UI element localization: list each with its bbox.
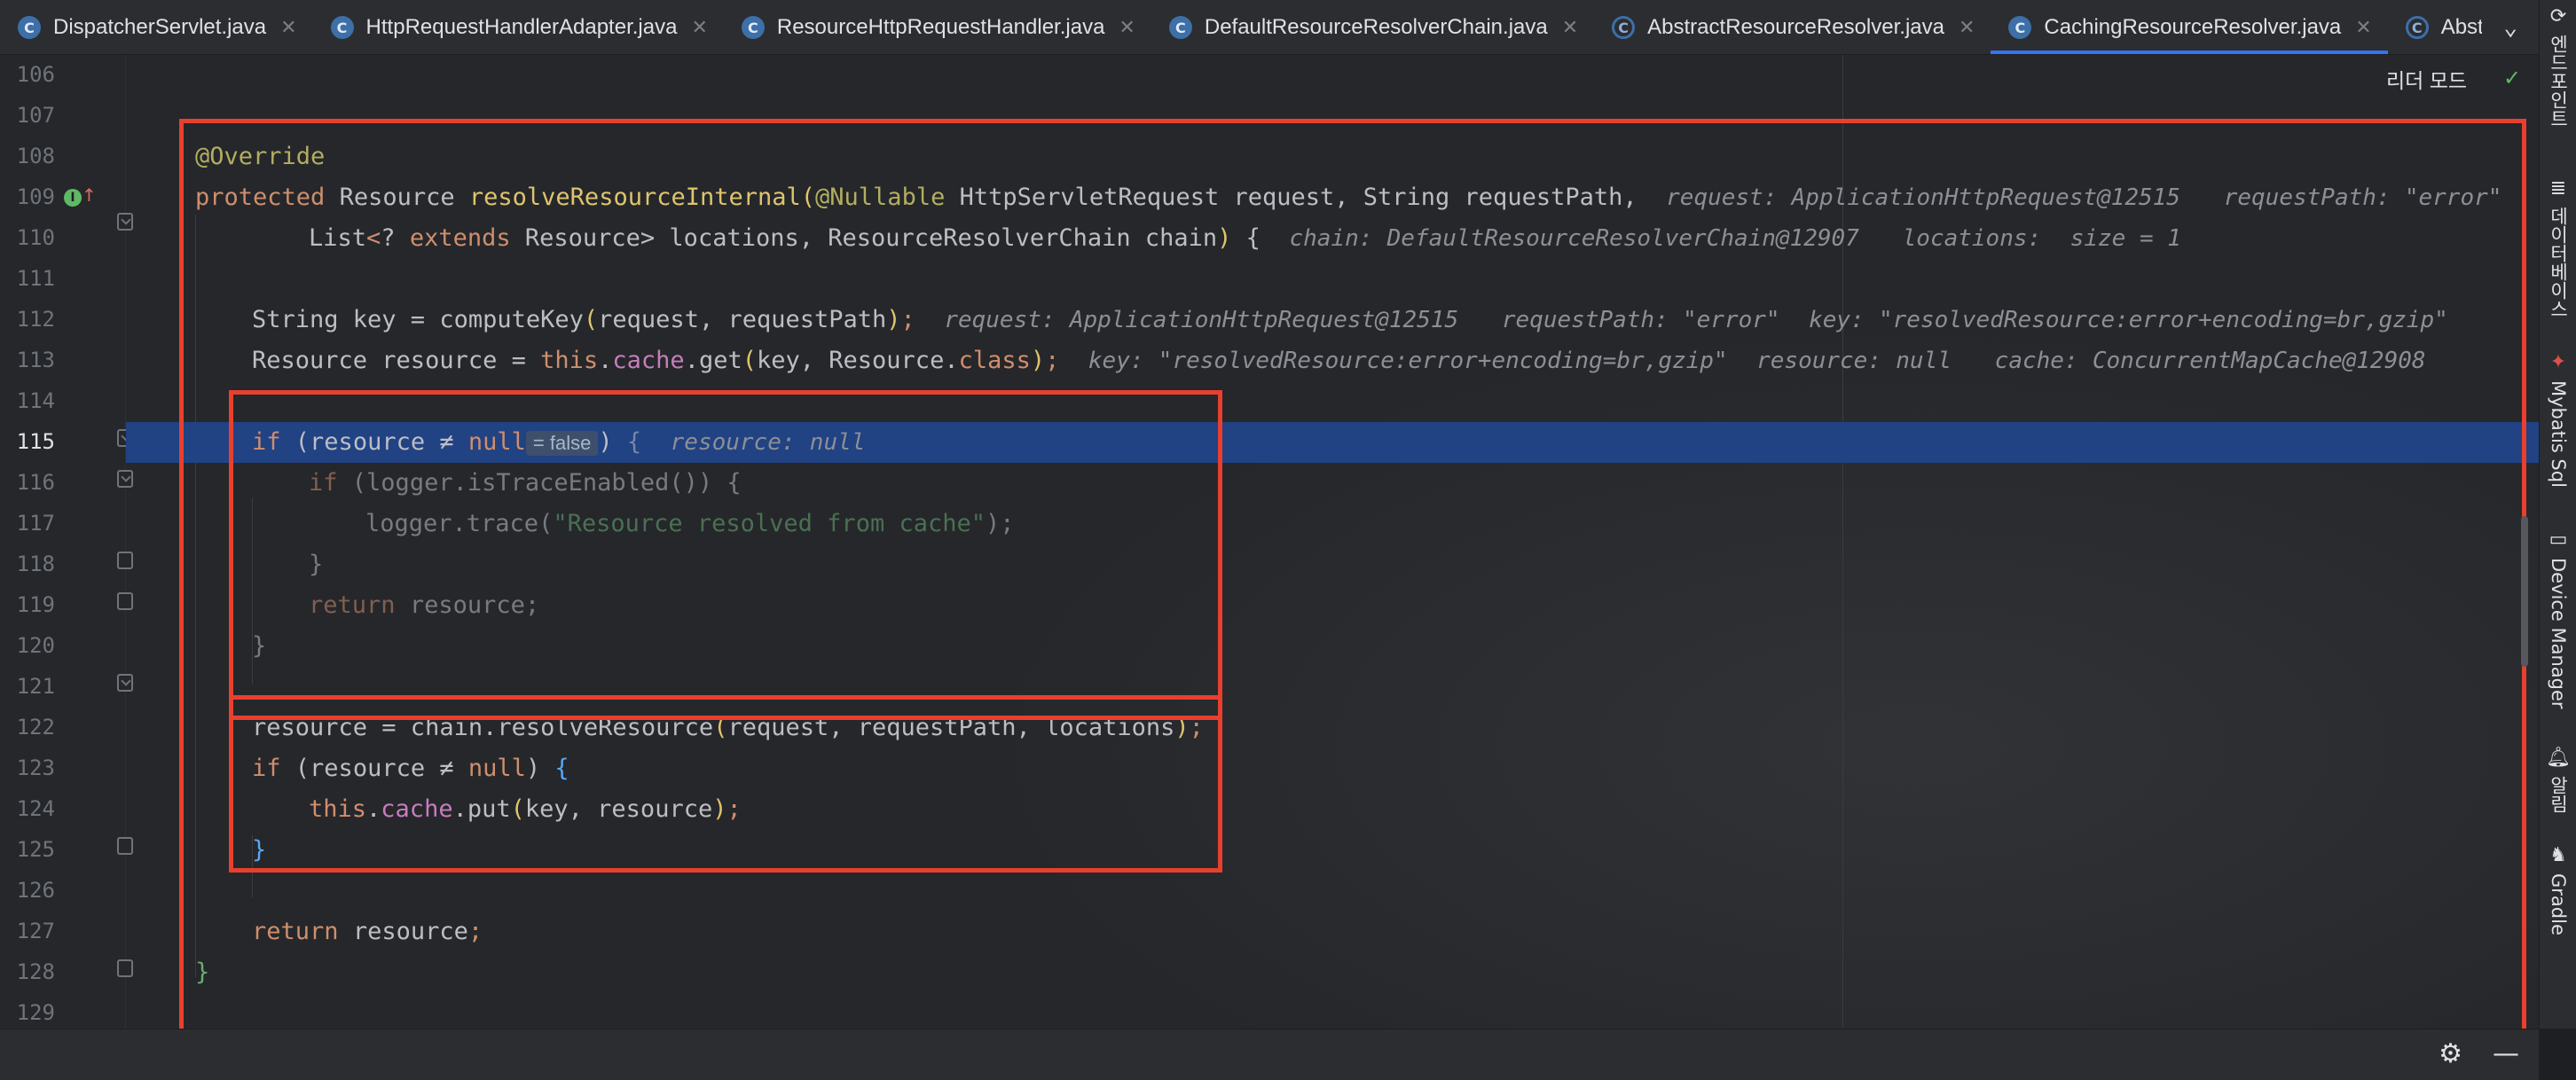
- tab-label: HttpRequestHandlerAdapter.java: [365, 15, 678, 39]
- tool-device-manager[interactable]: ▭ Device Manager: [2540, 528, 2576, 709]
- line-number: 129: [16, 1000, 55, 1025]
- line-number: 108: [16, 144, 55, 168]
- abstract-class-icon: C: [2405, 16, 2429, 39]
- class-icon: C: [741, 16, 765, 39]
- gear-icon[interactable]: ⚙: [2439, 1038, 2462, 1069]
- tab-abstractresourceresolver[interactable]: C AbstractResourceResolver.java ✕: [1594, 0, 1991, 54]
- fold-icon[interactable]: [117, 674, 133, 692]
- mybatis-bird-icon: ✦: [2549, 351, 2567, 373]
- line-number: 123: [16, 755, 55, 780]
- class-icon: C: [1168, 16, 1192, 39]
- close-icon[interactable]: ✕: [1959, 16, 1975, 39]
- reader-mode-button[interactable]: 리더 모드: [2386, 64, 2467, 94]
- tab-label: DispatcherServlet.java: [53, 15, 267, 39]
- tool-label: Mybatis Sql: [2548, 380, 2569, 488]
- tool-label: 알림: [2548, 776, 2569, 813]
- line-number: 119: [16, 592, 55, 617]
- tool-gradle[interactable]: ♞ Gradle: [2540, 844, 2576, 935]
- line-number: 128: [16, 959, 55, 984]
- line-number: 114: [16, 388, 55, 413]
- line-number: 116: [16, 470, 55, 495]
- arrow-up-icon: ↑: [82, 184, 97, 206]
- line-number-current: 115: [16, 429, 55, 454]
- line-number: 111: [16, 266, 55, 291]
- tool-label: Gradle: [2548, 873, 2569, 935]
- line-number: 109: [16, 184, 55, 209]
- line-number: 117: [16, 511, 55, 536]
- chevron-down-icon[interactable]: ⌄: [2503, 14, 2517, 41]
- class-icon: C: [18, 16, 41, 39]
- tab-defaultresourceresolverchain[interactable]: C DefaultResourceResolverChain.java ✕: [1151, 0, 1594, 54]
- line-number: 126: [16, 878, 55, 903]
- code-editor[interactable]: 106 107 108 109 110 111 112 113 114 115 …: [0, 55, 2539, 1029]
- check-icon: ✓: [2503, 66, 2522, 90]
- bell-icon: 🔔︎: [2546, 747, 2571, 769]
- gradle-elephant-icon: ♞: [2549, 844, 2567, 866]
- line-number: 121: [16, 674, 55, 699]
- tab-resourcehttprequesthandler[interactable]: C ResourceHttpRequestHandler.java ✕: [724, 0, 1151, 54]
- tab-label: DefaultResourceResolverChain.java: [1204, 15, 1548, 39]
- close-icon[interactable]: ✕: [2355, 16, 2371, 39]
- line-number: 107: [16, 103, 55, 128]
- class-icon: C: [2008, 16, 2032, 39]
- minimize-icon[interactable]: —: [2493, 1038, 2519, 1069]
- line-number: 125: [16, 837, 55, 862]
- device-icon: ▭: [2549, 528, 2568, 551]
- editor-tab-bar: C DispatcherServlet.java ✕ C HttpRequestHan…: [0, 0, 2576, 55]
- database-icon: ≣: [2549, 177, 2567, 200]
- tool-label: Device Manager: [2548, 558, 2569, 709]
- tab-httprequesthandleradapter[interactable]: C HttpRequestHandlerAdapter.java ✕: [313, 0, 724, 54]
- gutter: 106 107 108 109 110 111 112 113 114 115 …: [0, 55, 126, 1029]
- line-number: 113: [16, 348, 55, 372]
- tool-mybatis-sql[interactable]: ✦ Mybatis Sql: [2540, 351, 2576, 488]
- close-icon[interactable]: ✕: [1562, 16, 1578, 39]
- tool-label: 데이터베이스: [2548, 207, 2569, 318]
- endpoints-icon: ⟳: [2549, 5, 2567, 27]
- annotation-box-cache-hit: [229, 390, 1222, 720]
- tab-label: AbstractResourceResolver.java: [1647, 15, 1944, 39]
- line-number: 120: [16, 633, 55, 658]
- line-number: 127: [16, 919, 55, 943]
- tab-dispatcherservlet[interactable]: C DispatcherServlet.java ✕: [0, 0, 313, 54]
- tool-label: 엔드포인트: [2548, 35, 2569, 128]
- vertical-scrollbar[interactable]: [2521, 516, 2528, 667]
- close-icon[interactable]: ✕: [691, 16, 707, 39]
- line-number: 106: [16, 62, 55, 87]
- tab-label: ResourceHttpRequestHandler.java: [776, 15, 1105, 39]
- line-number: 124: [16, 796, 55, 821]
- annotation-box-resolve: [229, 695, 1222, 873]
- close-icon[interactable]: ✕: [1119, 16, 1135, 39]
- tab-cachingresourceresolver[interactable]: C CachingResourceResolver.java ✕: [1991, 0, 2388, 54]
- line-number: 118: [16, 552, 55, 576]
- implementation-icon: I: [64, 189, 82, 207]
- tool-notifications[interactable]: 🔔︎ 알림: [2540, 747, 2576, 813]
- class-icon: C: [330, 16, 354, 39]
- tool-database[interactable]: ≣ 데이터베이스: [2540, 177, 2576, 318]
- line-number: 112: [16, 307, 55, 332]
- close-icon[interactable]: ✕: [280, 16, 296, 39]
- right-tool-window-bar: ⟳ 엔드포인트 ≣ 데이터베이스 ✦ Mybatis Sql ▭ Device Mana…: [2539, 0, 2576, 1029]
- line-number: 110: [16, 225, 55, 250]
- line-number: 122: [16, 715, 55, 740]
- tool-endpoints[interactable]: ⟳ 엔드포인트: [2540, 5, 2576, 128]
- tab-label: CachingResourceResolver.java: [2044, 15, 2342, 39]
- abstract-class-icon: C: [1612, 16, 1636, 39]
- override-marker[interactable]: I ↑: [64, 184, 97, 209]
- bottom-bar: ⚙ —: [0, 1029, 2539, 1080]
